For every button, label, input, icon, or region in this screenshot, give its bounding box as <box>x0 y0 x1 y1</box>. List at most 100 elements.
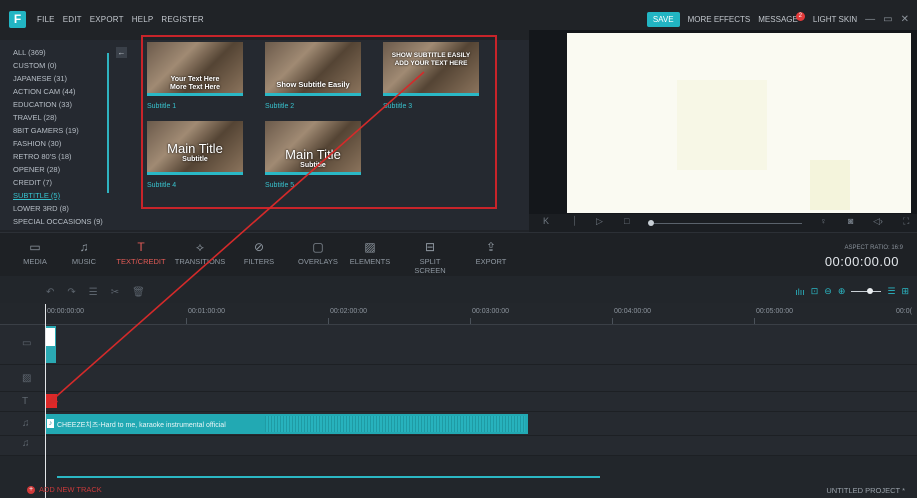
category-item[interactable]: EDUCATION (33) <box>13 98 103 111</box>
category-panel: ALL (369) CUSTOM (0) JAPANESE (31) ACTIO… <box>0 40 137 230</box>
audio-clip[interactable]: ♪ CHEEZE치즈-Hard to me, karaoke instrumen… <box>45 414 528 434</box>
play-icon[interactable]: ▷ <box>596 216 603 227</box>
tool-label: MEDIA <box>23 257 47 266</box>
fit-icon[interactable]: ⊡ <box>811 286 819 297</box>
category-item[interactable]: 8BIT GAMERS (19) <box>13 124 103 137</box>
adjust-icon[interactable]: ☰ <box>89 287 98 298</box>
category-item[interactable]: CREDIT (7) <box>13 176 103 189</box>
ruler-tick-label: 00:01:00:00 <box>188 308 225 315</box>
snapshot-icon[interactable]: ◙ <box>848 216 853 226</box>
grid-view-icon[interactable]: ⊞ <box>901 286 909 297</box>
delete-icon[interactable]: 🗑 <box>132 287 145 298</box>
tool-label: SPLIT SCREEN <box>414 257 446 275</box>
playback-progress[interactable] <box>654 223 802 224</box>
tool-label: EXPORT <box>475 257 507 266</box>
menu-file[interactable]: FILE <box>37 15 55 24</box>
ruler-tick <box>612 318 613 324</box>
cut-icon[interactable]: ✂ <box>111 287 119 298</box>
audio-clip-label: CHEEZE치즈-Hard to me, karaoke instrumenta… <box>57 422 226 429</box>
step-icon[interactable]: ⏐ <box>572 216 577 227</box>
ruler-tick <box>470 318 471 324</box>
tool-overlays[interactable]: ▢ OVERLAYS <box>292 240 344 266</box>
menu-edit[interactable]: EDIT <box>63 15 82 24</box>
restore-icon[interactable]: ▭ <box>883 14 892 25</box>
preview-timecode: 00:00:00.00 <box>824 254 899 269</box>
zoom-handle[interactable] <box>867 288 874 294</box>
more-effects-button[interactable]: MORE EFFECTS <box>688 15 751 24</box>
light-skin-button[interactable]: LIGHT SKIN <box>813 15 857 24</box>
zoom-in-icon[interactable]: ⊕ <box>838 286 846 297</box>
menu-help[interactable]: HELP <box>132 15 154 24</box>
previous-frame-icon[interactable]: K <box>543 216 549 226</box>
audio-mixer-icon[interactable]: ılıı <box>795 287 805 297</box>
text-track-icon: T <box>22 396 29 407</box>
music-track-icon: ♫ <box>22 418 30 429</box>
ruler-tick-label: 00:04:00:00 <box>614 308 651 315</box>
message-button[interactable]: MESSAGE2 <box>758 12 805 24</box>
save-button[interactable]: SAVE <box>646 12 680 27</box>
tool-media[interactable]: ▭ MEDIA <box>9 240 61 266</box>
timeline-zoom-tools: ılıı ⊡ ⊖ ⊕ ☰ ⊞ <box>795 286 909 297</box>
ruler-tick <box>186 318 187 324</box>
minimize-icon[interactable]: — <box>865 14 875 25</box>
tool-text-credit[interactable]: T TEXT/CREDIT <box>115 240 167 266</box>
tool-transitions[interactable]: ⟡ TRANSITIONS <box>174 240 226 266</box>
fullscreen-icon[interactable]: ⛶ <box>903 216 909 227</box>
category-item[interactable]: CUSTOM (0) <box>13 59 103 72</box>
volume-icon[interactable]: ◁› <box>873 216 883 227</box>
audio-clip-icon: ♪ <box>47 419 54 428</box>
category-item[interactable]: ALL (369) <box>13 46 103 59</box>
music-icon: ♫ <box>79 240 89 254</box>
highlight-box <box>141 35 497 209</box>
clip-thumbnail <box>46 328 55 346</box>
category-item[interactable]: SPECIAL OCCASIONS (9) <box>13 215 103 228</box>
category-item[interactable]: TRAVEL (28) <box>13 111 103 124</box>
microphone-icon[interactable]: ♀ <box>820 216 827 226</box>
close-icon[interactable]: ✕ <box>901 14 909 25</box>
stop-icon[interactable]: □ <box>624 216 629 226</box>
text-icon: T <box>137 240 145 254</box>
menu-export[interactable]: EXPORT <box>90 15 124 24</box>
undo-icon[interactable]: ↶ <box>46 287 54 298</box>
redo-icon[interactable]: ↷ <box>67 287 75 298</box>
tool-split-screen[interactable]: ⊟ SPLIT SCREEN <box>404 240 456 275</box>
tool-label: ELEMENTS <box>349 257 391 266</box>
playhead[interactable] <box>45 304 46 498</box>
folder-icon: ▭ <box>29 240 41 254</box>
category-item[interactable]: JAPANESE (31) <box>13 72 103 85</box>
collapse-arrow-icon[interactable]: ← <box>116 47 127 58</box>
category-scrollbar[interactable] <box>107 53 109 193</box>
music-track-2[interactable] <box>0 436 917 456</box>
tool-music[interactable]: ♫ MUSIC <box>58 240 110 266</box>
menu-register[interactable]: REGISTER <box>161 15 204 24</box>
category-item[interactable]: OPENER (28) <box>13 163 103 176</box>
export-icon: ⇪ <box>485 240 497 254</box>
tool-export[interactable]: ⇪ EXPORT <box>465 240 517 266</box>
zoom-out-icon[interactable]: ⊖ <box>824 286 832 297</box>
text-track[interactable] <box>0 392 917 412</box>
category-item[interactable]: LOWER 3RD (8) <box>13 202 103 215</box>
tool-filters[interactable]: ⊘ FILTERS <box>233 240 285 266</box>
category-item[interactable]: RETRO 80'S (18) <box>13 150 103 163</box>
filters-icon: ⊘ <box>253 240 265 254</box>
ruler-tick <box>328 318 329 324</box>
audio-waveform <box>265 416 525 432</box>
category-item[interactable]: FASHION (30) <box>13 137 103 150</box>
video-clip[interactable] <box>45 326 56 363</box>
transitions-icon: ⟡ <box>196 240 204 254</box>
timeline-scrollbar[interactable] <box>57 476 600 478</box>
ruler-tick-label: 00:03:00:00 <box>472 308 509 315</box>
ruler-tick-label: 00:02:00:00 <box>330 308 367 315</box>
video-track[interactable] <box>0 325 917 365</box>
message-label: MESSAGE <box>758 15 798 24</box>
category-item-subtitle[interactable]: SUBTITLE (5) <box>13 189 103 202</box>
list-view-icon[interactable]: ☰ <box>887 286 895 297</box>
category-item[interactable]: ACTION CAM (44) <box>13 85 103 98</box>
pip-track[interactable] <box>0 365 917 392</box>
add-track-label: ADD NEW TRACK <box>39 485 102 494</box>
zoom-slider[interactable] <box>851 288 882 294</box>
text-clip[interactable] <box>45 394 57 408</box>
add-new-track-button[interactable]: + ADD NEW TRACK <box>27 485 102 494</box>
playback-handle[interactable] <box>648 220 654 226</box>
tool-elements[interactable]: ▨ ELEMENTS <box>344 240 396 266</box>
